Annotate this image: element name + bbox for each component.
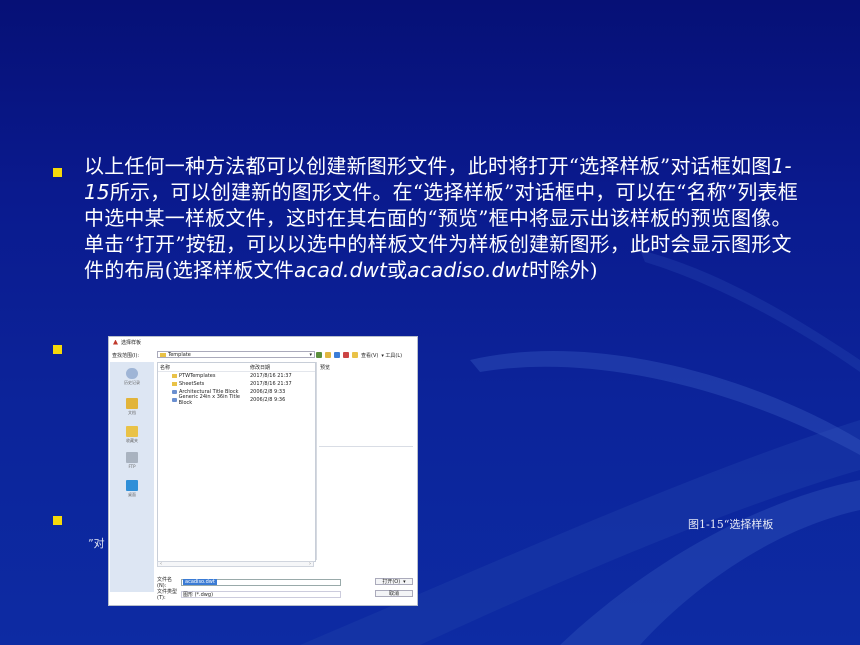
folder-icon (172, 382, 177, 386)
documents-icon (126, 398, 138, 409)
views-menu[interactable]: 查看(V) (361, 352, 378, 359)
file-type-label: 文件类型(T): (157, 588, 178, 601)
look-in-row: 查找范围(I): Template ▾ 查看(V) ▾ 工具(L) (109, 350, 417, 360)
dialog-title: 选择样板 (121, 339, 142, 346)
bullet-3 (53, 516, 62, 525)
look-in-value: Template (168, 351, 191, 358)
sidebar-item-ftp[interactable]: FTP (116, 452, 148, 469)
delete-icon[interactable] (343, 352, 349, 358)
figure-caption: 图1-15“选择样板 (688, 518, 774, 531)
search-web-icon[interactable] (334, 352, 340, 358)
folder-icon (172, 374, 177, 378)
file-type-dropdown[interactable]: 图形 (*.dwg) (181, 590, 341, 598)
autocad-logo-icon (113, 339, 118, 345)
look-in-dropdown[interactable]: Template ▾ (157, 351, 315, 358)
bullet-2 (53, 345, 62, 354)
folder-icon (160, 353, 166, 357)
select-template-dialog: 选择样板 查找范围(I): Template ▾ 查看(V) ▾ 工具(L) 历… (108, 336, 418, 606)
look-in-label: 查找范围(I): (112, 353, 140, 359)
dialog-titlebar: 选择样板 (109, 337, 417, 347)
up-folder-icon[interactable] (325, 352, 331, 358)
sidebar-item-history[interactable]: 历史记录 (116, 368, 148, 386)
sidebar-item-documents[interactable]: 文档 (116, 398, 148, 416)
cancel-button[interactable]: 取消 (375, 590, 413, 597)
file-list-header: 名称 修改日期 (158, 363, 315, 372)
file-row[interactable]: PTWTemplates 2017/8/16 21:37 (158, 372, 315, 380)
scroll-right-icon[interactable]: › (309, 561, 311, 567)
places-sidebar: 历史记录 文档 收藏夹 FTP 桌面 (110, 362, 154, 592)
figure-caption-continued: ”对 (88, 537, 105, 550)
column-name[interactable]: 名称 (158, 364, 250, 371)
file-row[interactable]: Generic 24in x 36in Title Block 2006/2/8… (158, 394, 315, 406)
column-date[interactable]: 修改日期 (250, 364, 310, 371)
bullet-1 (53, 168, 62, 177)
body-paragraph: 以上任何一种方法都可以创建新图形文件，此时将打开“选择样板”对话框如图1-15所… (84, 154, 798, 282)
sidebar-item-favorites[interactable]: 收藏夹 (116, 426, 148, 444)
dialog-toolbar: 查看(V) ▾ 工具(L) (316, 350, 402, 360)
horizontal-scrollbar[interactable]: ‹ › (157, 561, 314, 567)
ftp-icon (126, 452, 138, 463)
new-folder-icon[interactable] (352, 352, 358, 358)
desktop-icon (126, 480, 138, 491)
file-row[interactable]: SheetSets 2017/8/16 21:37 (158, 380, 315, 388)
slide: 以上任何一种方法都可以创建新图形文件，此时将打开“选择样板”对话框如图1-15所… (0, 0, 860, 645)
scroll-left-icon[interactable]: ‹ (160, 561, 162, 567)
file-list: 名称 修改日期 PTWTemplates 2017/8/16 21:37 She… (157, 362, 316, 562)
tools-menu[interactable]: ▾ 工具(L) (381, 352, 402, 359)
chevron-down-icon: ▾ (309, 352, 312, 358)
history-icon (126, 368, 138, 379)
open-button[interactable]: 打开(O) ▾ (375, 578, 413, 585)
preview-pane: 预览 (316, 362, 416, 560)
favorites-icon (126, 426, 138, 437)
preview-divider (319, 446, 413, 447)
template-file-icon (172, 398, 177, 402)
file-name-input[interactable]: acadiso.dwt (181, 578, 341, 586)
chevron-down-icon: ▾ (403, 578, 406, 585)
sidebar-item-desktop[interactable]: 桌面 (116, 480, 148, 498)
back-icon[interactable] (316, 352, 322, 358)
preview-label: 预览 (320, 365, 331, 371)
